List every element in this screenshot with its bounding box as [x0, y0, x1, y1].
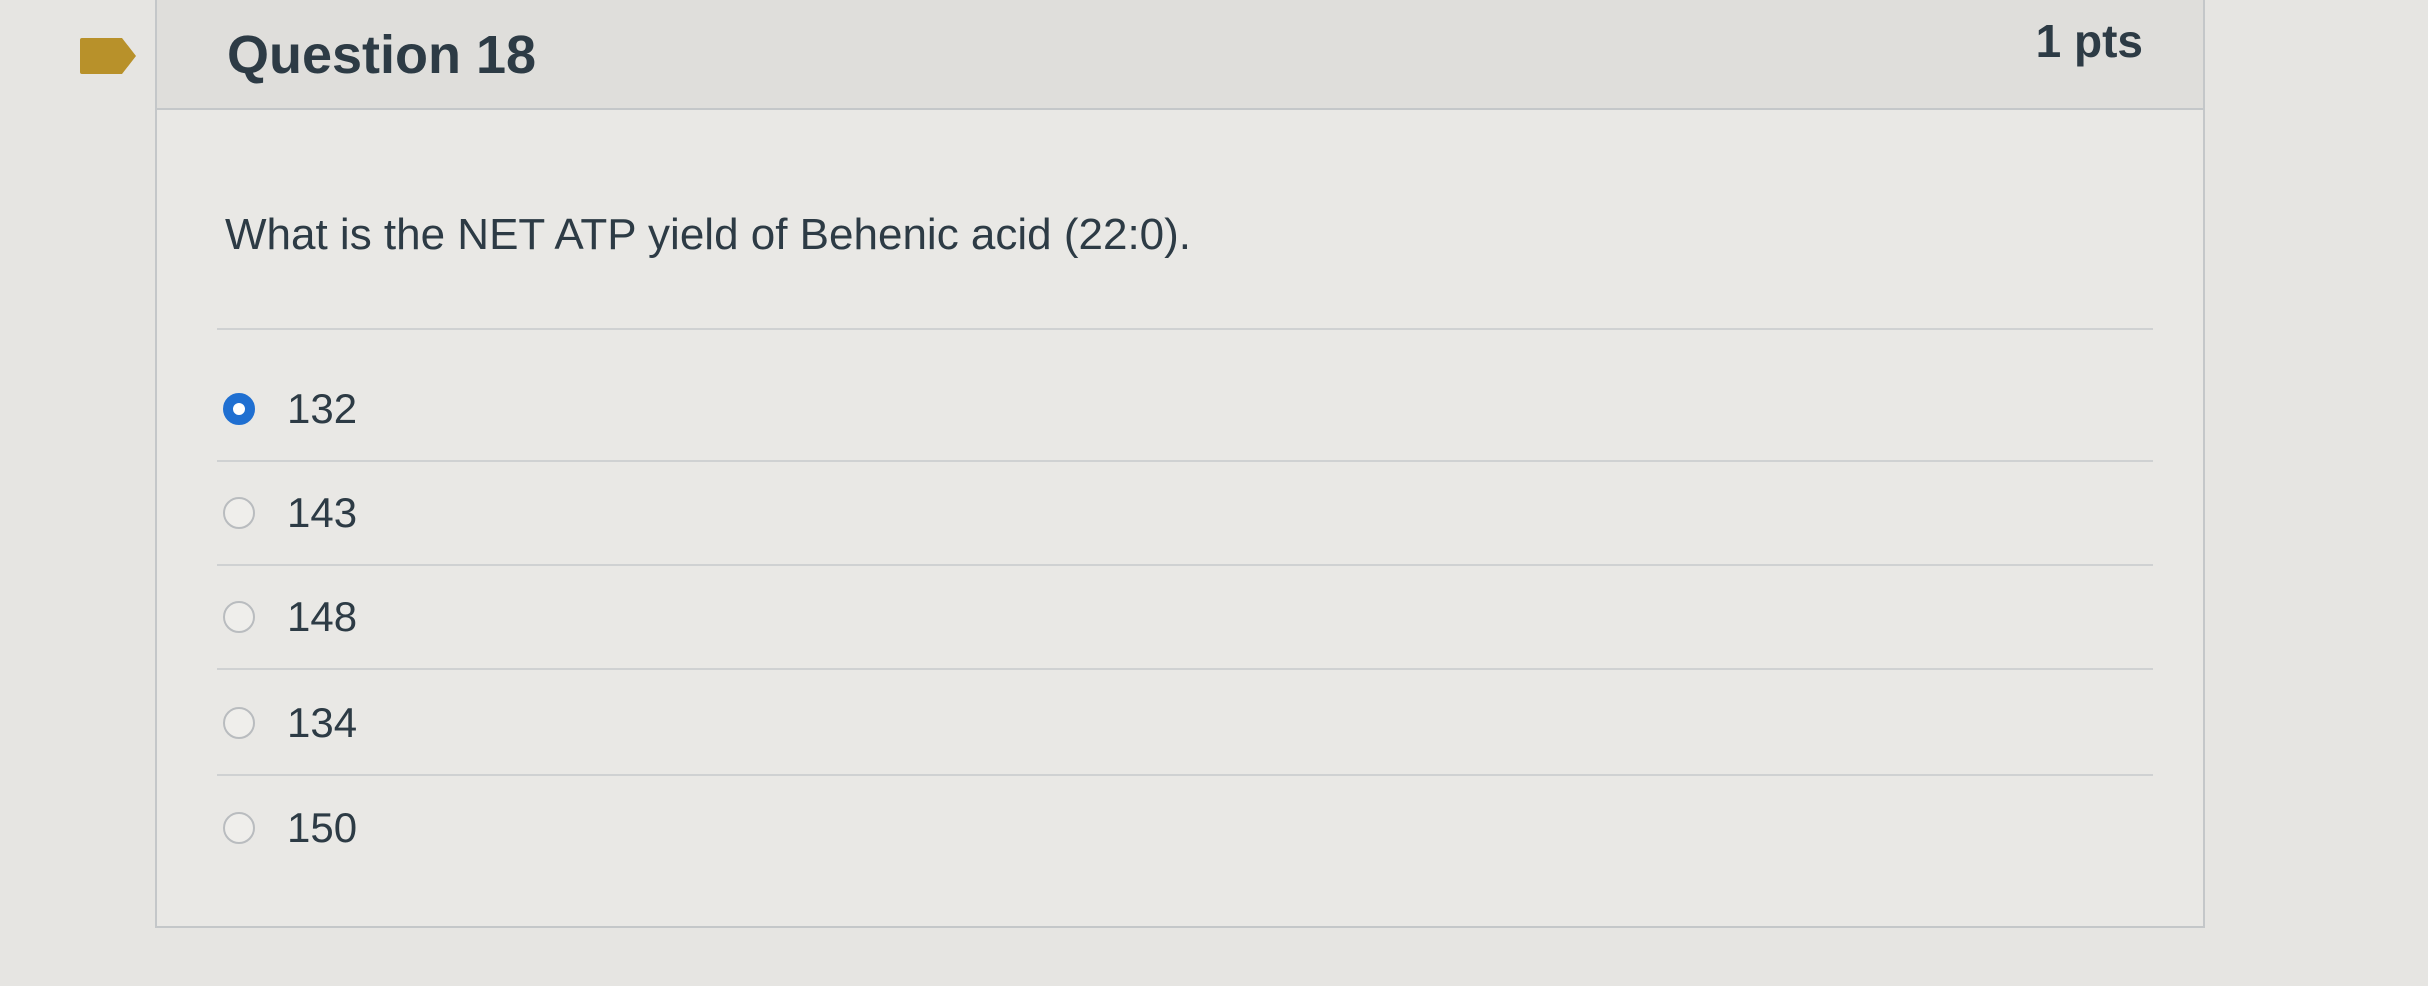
flag-question-icon[interactable] [78, 36, 138, 76]
answer-label: 148 [287, 593, 358, 640]
radio-selected-icon[interactable] [223, 393, 255, 425]
radio-icon[interactable] [223, 601, 255, 633]
answer-option-2[interactable]: 143 [217, 462, 2153, 566]
answer-option-1[interactable]: 132 [217, 358, 2153, 462]
radio-icon[interactable] [223, 707, 255, 739]
answer-label: 143 [287, 489, 358, 536]
question-points: 1 pts [2035, 15, 2143, 67]
question-title: Question 18 [227, 25, 537, 85]
answer-label: 134 [287, 699, 358, 746]
answer-label: 132 [287, 385, 358, 432]
answer-label: 150 [287, 804, 358, 851]
radio-icon[interactable] [223, 497, 255, 529]
question-text: What is the NET ATP yield of Behenic aci… [225, 210, 1192, 259]
question-card: Question 18 1 pts What is the NET ATP yi… [155, 0, 2205, 928]
question-header: Question 18 1 pts [157, 0, 2203, 110]
answer-option-3[interactable]: 148 [217, 566, 2153, 670]
question-divider [217, 328, 2153, 330]
radio-icon[interactable] [223, 812, 255, 844]
answer-option-4[interactable]: 134 [217, 672, 2153, 776]
answer-option-5[interactable]: 150 [217, 776, 2153, 880]
